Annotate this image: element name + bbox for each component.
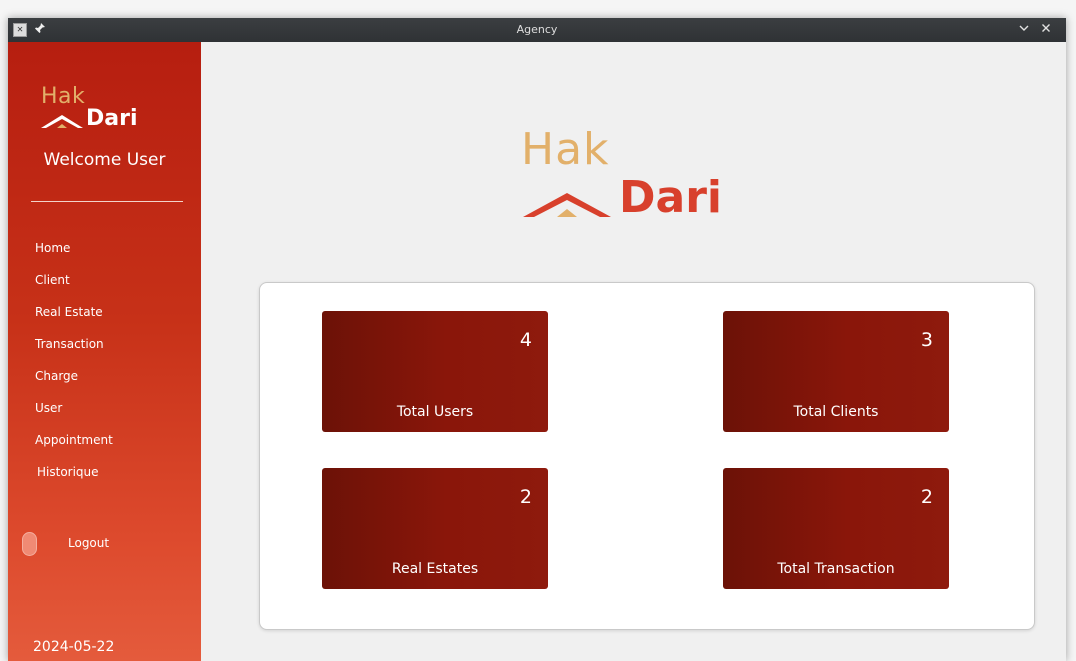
stat-label: Real Estates <box>391 561 479 577</box>
close-icon[interactable] <box>1036 20 1056 40</box>
welcome-text: Welcome User <box>43 150 166 170</box>
stat-card-real-estates[interactable]: 2 Real Estates <box>322 468 548 589</box>
current-date: 2024-05-22 <box>33 639 115 655</box>
roof-icon <box>523 193 611 217</box>
stat-card-total-transaction[interactable]: 2 Total Transaction <box>723 468 949 589</box>
nav-item-client[interactable]: Client <box>35 264 185 296</box>
stat-count: 4 <box>519 329 532 351</box>
logout-toggle[interactable] <box>22 532 37 556</box>
sidebar-nav: Home Client Real Estate Transaction Char… <box>35 232 185 488</box>
title-bar: ✕ Agency <box>8 18 1066 42</box>
stat-count: 3 <box>920 329 933 351</box>
main-logo-text-hak: Hak <box>521 124 610 175</box>
stat-label: Total Transaction <box>777 561 895 577</box>
nav-item-real-estate[interactable]: Real Estate <box>35 296 185 328</box>
stat-count: 2 <box>920 486 933 508</box>
nav-item-historique[interactable]: Historique <box>35 456 185 488</box>
sidebar: Hak Dari Welcome User Home Client Real E… <box>8 42 201 661</box>
stat-card-total-users[interactable]: 4 Total Users <box>322 311 548 432</box>
stat-card-total-clients[interactable]: 3 Total Clients <box>723 311 949 432</box>
logo-text-hak: Hak <box>41 84 86 109</box>
nav-item-user[interactable]: User <box>35 392 185 424</box>
sidebar-logo: Hak Dari <box>41 84 161 134</box>
nav-item-charge[interactable]: Charge <box>35 360 185 392</box>
stat-label: Total Users <box>396 404 474 420</box>
main-logo: Hak Dari <box>521 124 751 234</box>
stat-label: Total Clients <box>793 404 879 420</box>
chevron-down-icon[interactable] <box>1014 20 1034 40</box>
stats-panel: 4 Total Users 3 Total Clients 2 Real Est… <box>259 282 1035 630</box>
main-content: Hak Dari 4 Total Users 3 Total Clients 2… <box>201 42 1066 661</box>
stat-count: 2 <box>519 486 532 508</box>
logo-text-dari: Dari <box>86 106 138 131</box>
main-logo-text-dari: Dari <box>619 172 722 223</box>
nav-item-home[interactable]: Home <box>35 232 185 264</box>
logout-button[interactable]: Logout <box>68 536 109 550</box>
app-window: ✕ Agency Hak Dari Welcome User Home Clie… <box>8 18 1066 661</box>
roof-icon <box>41 115 83 128</box>
nav-item-appointment[interactable]: Appointment <box>35 424 185 456</box>
nav-item-transaction[interactable]: Transaction <box>35 328 185 360</box>
window-title: Agency <box>516 23 558 36</box>
sidebar-divider <box>31 201 183 202</box>
